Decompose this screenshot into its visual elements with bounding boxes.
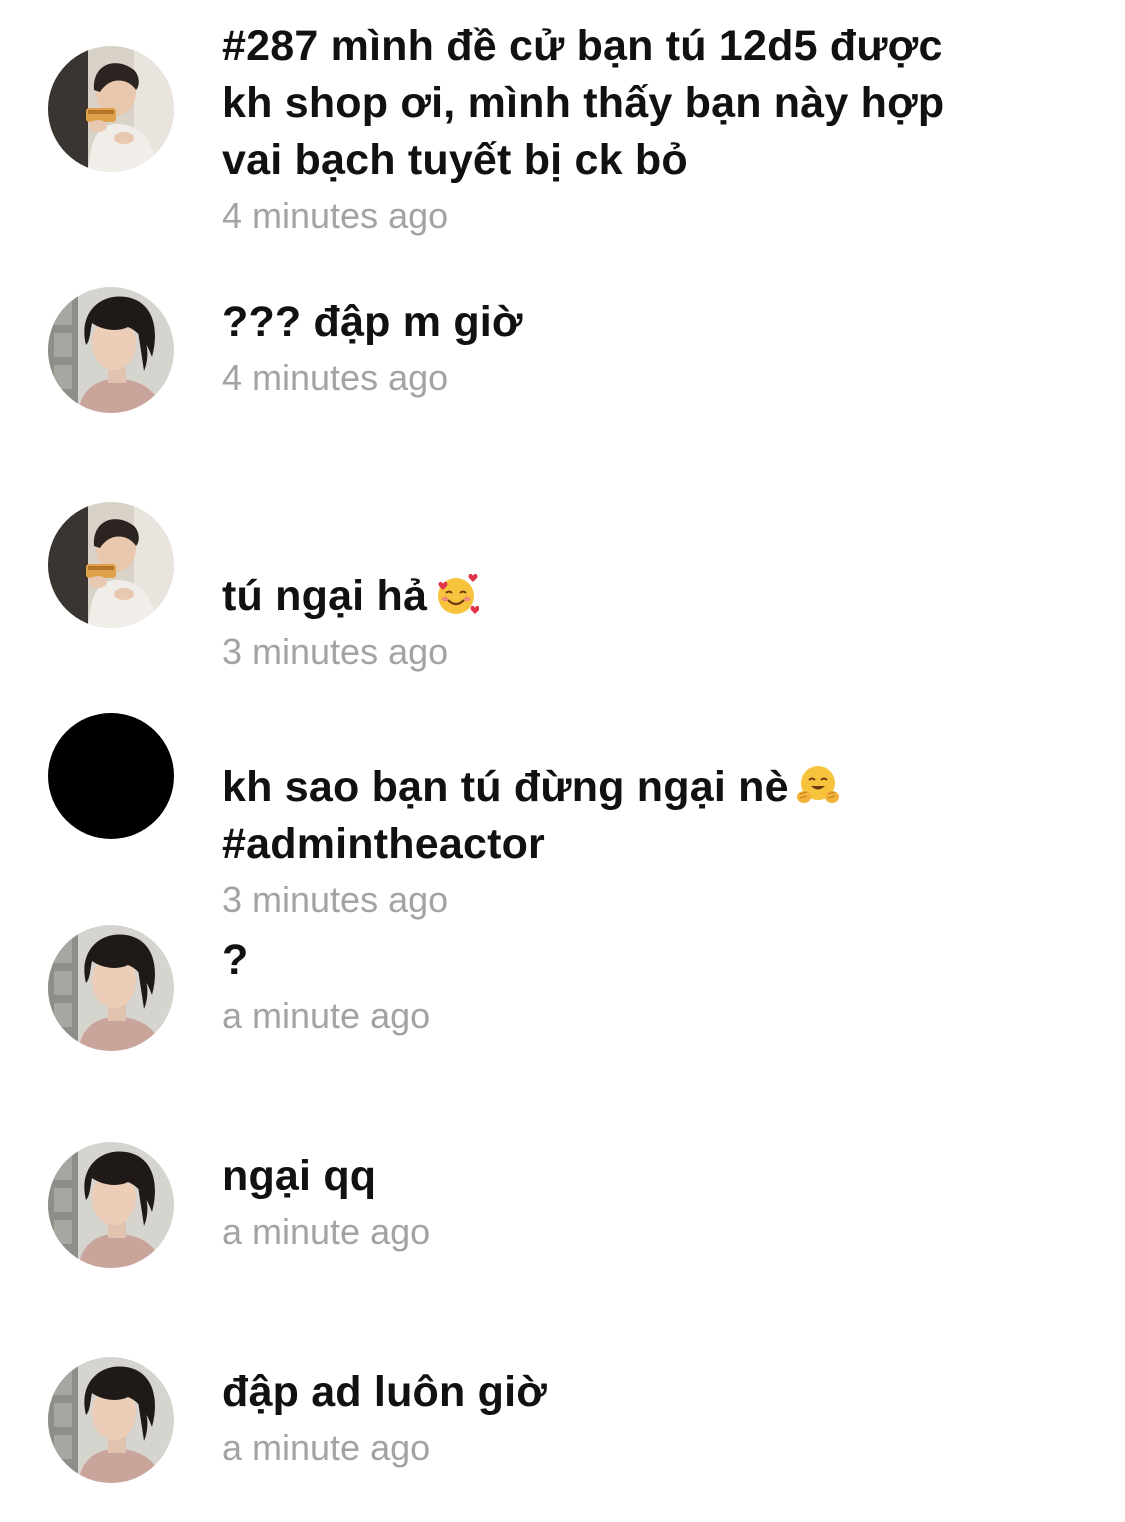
comment-text: ??? đập m giờ	[222, 298, 523, 346]
avatar-image	[48, 502, 174, 628]
comment-text: ?	[222, 936, 249, 984]
comment-content: ? a minute ago	[222, 932, 1082, 1038]
comment-content: kh sao bạn tú đừng ngại nè #admintheacto…	[222, 702, 1082, 922]
smiling-face-with-hearts-icon	[433, 572, 479, 618]
comment-content: đập ad luôn giờ a minute ago	[222, 1364, 1082, 1470]
hashtag-link[interactable]: #admintheactor	[222, 816, 1082, 873]
avatar-image	[48, 1357, 174, 1483]
comment-text-line: kh sao bạn tú đừng ngại nè	[222, 702, 1082, 816]
timestamp: 4 minutes ago	[222, 357, 449, 398]
avatar-image	[48, 1142, 174, 1268]
avatar[interactable]	[48, 46, 174, 172]
hugging-face-icon	[795, 763, 841, 809]
avatar-image	[48, 46, 174, 172]
timestamp: 3 minutes ago	[222, 879, 449, 920]
timestamp: a minute ago	[222, 1427, 431, 1468]
timestamp: a minute ago	[222, 1211, 431, 1252]
comment-text: tú ngại hả	[222, 572, 428, 620]
timestamp: a minute ago	[222, 995, 431, 1036]
comment-content: #287 mình đề cử bạn tú 12d5 được kh shop…	[222, 18, 1082, 238]
avatar[interactable]	[48, 925, 174, 1051]
comment-text: đập ad luôn giờ	[222, 1368, 547, 1416]
comment-thread: #287 mình đề cử bạn tú 12d5 được kh shop…	[0, 0, 1125, 1522]
comment-text: kh sao bạn tú đừng ngại nè	[222, 763, 789, 811]
avatar[interactable]	[48, 1142, 174, 1268]
timestamp: 4 minutes ago	[222, 195, 449, 236]
comment-text: #287 mình đề cử bạn tú 12d5 được kh shop…	[222, 22, 945, 184]
avatar[interactable]	[48, 287, 174, 413]
avatar[interactable]	[48, 713, 174, 839]
comment-text-line: tú ngại hả	[222, 511, 1082, 625]
avatar[interactable]	[48, 502, 174, 628]
comment-text: ngại qq	[222, 1152, 377, 1200]
comment-content: ngại qq a minute ago	[222, 1148, 1082, 1254]
avatar-image	[48, 925, 174, 1051]
comment-content: tú ngại hả 3 minutes ago	[222, 511, 1082, 674]
avatar-image	[48, 287, 174, 413]
timestamp: 3 minutes ago	[222, 631, 449, 672]
avatar[interactable]	[48, 1357, 174, 1483]
comment-content: ??? đập m giờ 4 minutes ago	[222, 294, 1082, 400]
